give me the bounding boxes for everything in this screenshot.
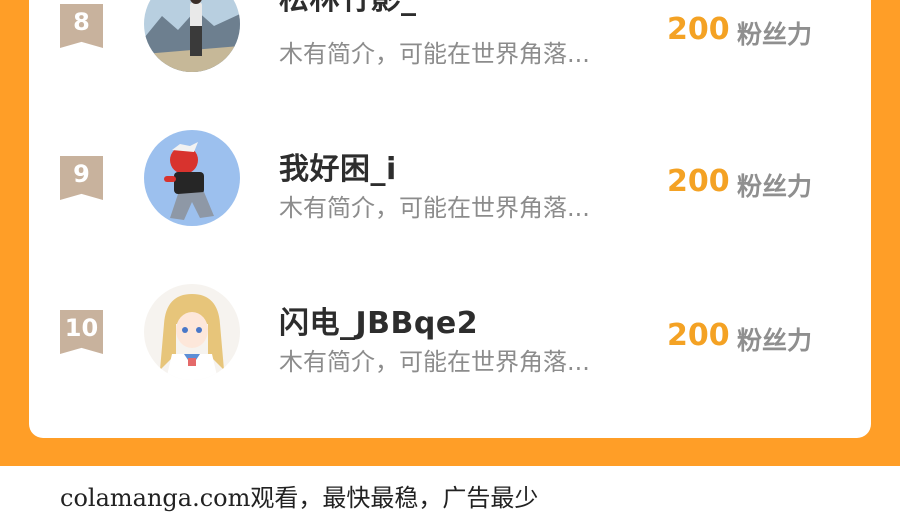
user-name: 松林竹影_ xyxy=(279,0,417,18)
fan-power-unit: 粉丝力 xyxy=(737,326,813,355)
rank-number: 9 xyxy=(73,160,90,188)
rank-badge: 9 xyxy=(60,156,103,200)
rank-badge: 10 xyxy=(60,310,103,354)
fan-power-score: 200 xyxy=(667,318,730,353)
user-name: 闪电_JBBqe2 xyxy=(279,306,479,341)
user-bio: 木有简介，可能在世界角落... xyxy=(279,40,590,68)
avatar-anime-red-demon-icon[interactable] xyxy=(144,130,240,226)
ranking-row[interactable]: 10 闪电_JBBqe2 木有简介，可能在世界角落... 200 粉丝力 xyxy=(29,280,871,400)
fan-power-score: 200 xyxy=(667,12,730,47)
fan-power-score: 200 xyxy=(667,164,730,199)
rank-number: 8 xyxy=(73,8,90,36)
avatar-anime-blonde-girl-icon[interactable] xyxy=(144,284,240,380)
ranking-card: 8 松林竹影_ 木有简介，可能在世界角落... 200 粉丝力 9 xyxy=(29,0,871,438)
ranking-row[interactable]: 8 松林竹影_ 木有简介，可能在世界角落... 200 粉丝力 xyxy=(29,0,871,94)
ranking-row[interactable]: 9 我好困_i 木有简介，可能在世界角落... 200 粉丝力 xyxy=(29,126,871,246)
user-bio: 木有简介，可能在世界角落... xyxy=(279,194,590,222)
user-name: 我好困_i xyxy=(279,152,397,187)
fan-power-unit: 粉丝力 xyxy=(737,20,813,49)
fan-power-unit: 粉丝力 xyxy=(737,172,813,201)
rank-number: 10 xyxy=(64,314,99,342)
user-bio: 木有简介，可能在世界角落... xyxy=(279,348,590,376)
avatar-photo-mountain-icon[interactable] xyxy=(144,0,240,72)
site-watermark-text: colamanga.com观看，最快最稳，广告最少 xyxy=(60,484,539,512)
rank-badge: 8 xyxy=(60,4,103,48)
